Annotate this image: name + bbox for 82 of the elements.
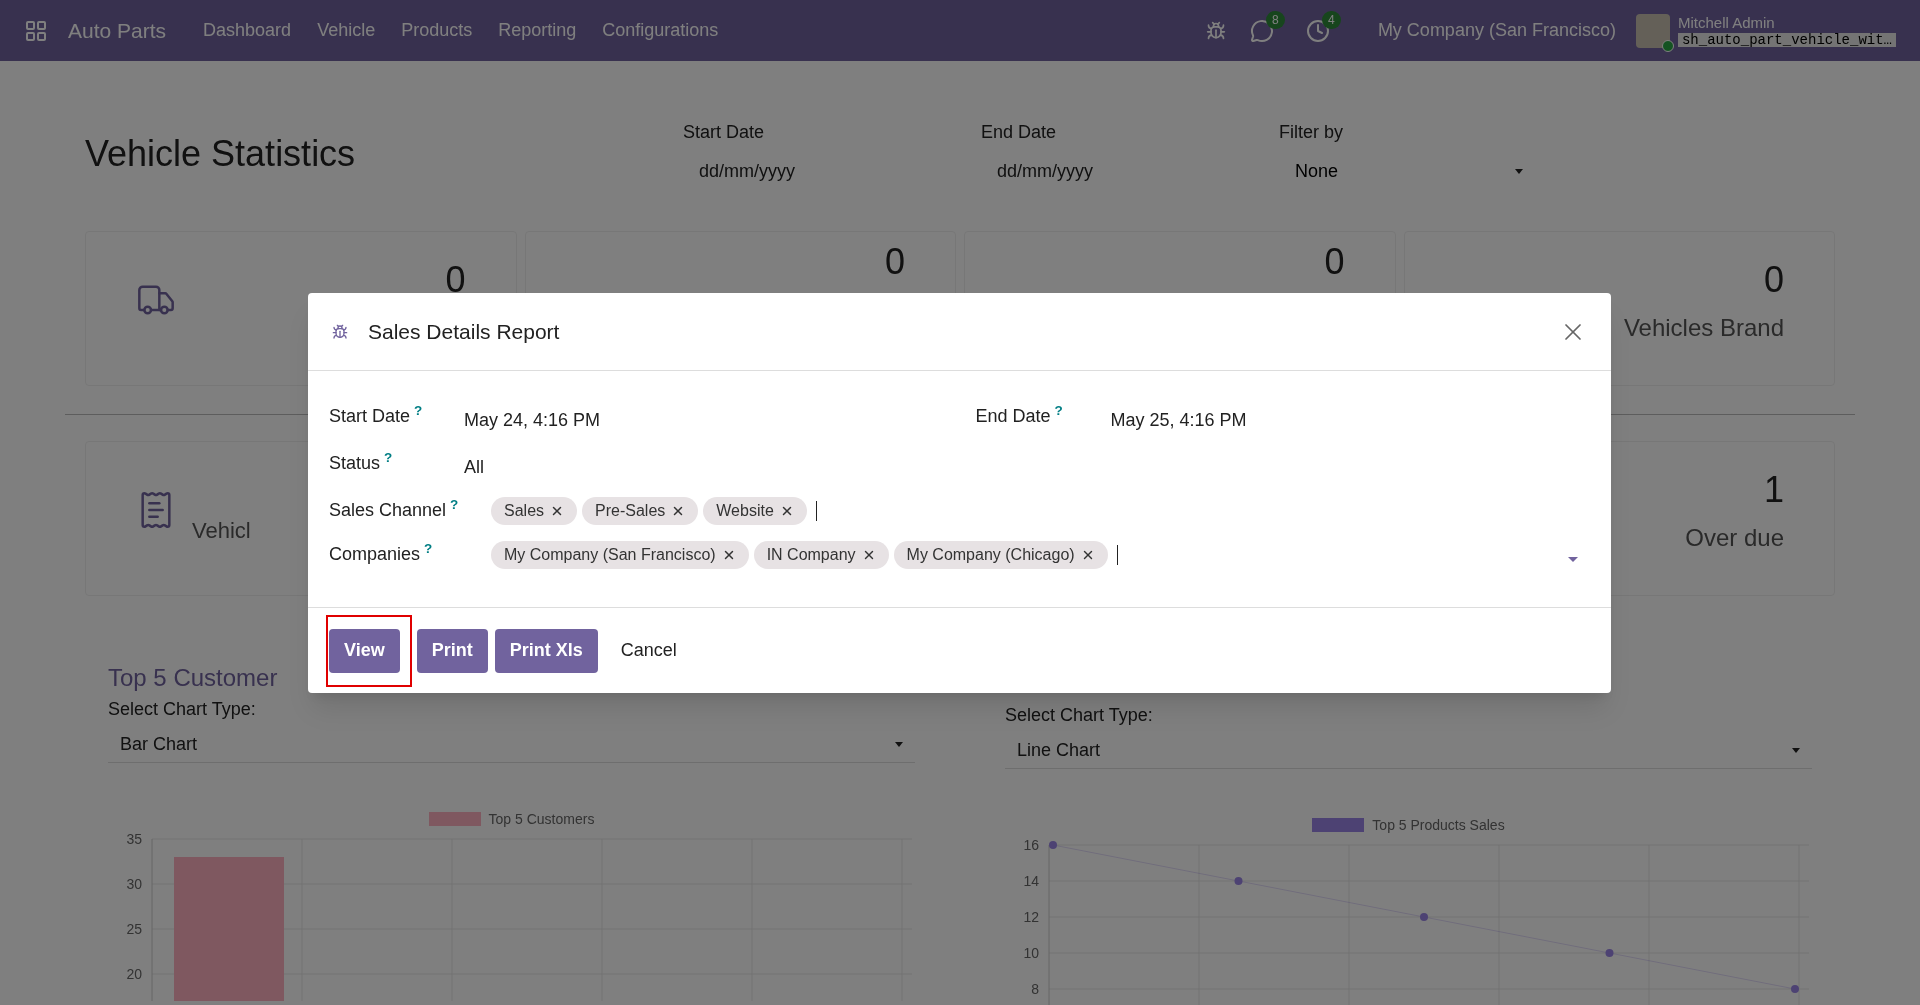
apps-menu-icon[interactable] xyxy=(24,18,48,43)
axis-tick-label: 16 xyxy=(1022,837,1039,853)
date-field[interactable]: dd/mm/yyyy xyxy=(997,158,1229,185)
field-label: Select Chart Type: xyxy=(108,698,257,721)
data-point xyxy=(1790,985,1799,993)
field-value[interactable]: All xyxy=(464,448,484,481)
help-tooltip[interactable]: ? xyxy=(414,403,423,419)
axis-tick-label: 12 xyxy=(1022,909,1039,925)
chat-icon[interactable] xyxy=(1249,18,1274,43)
stat-value: 1 xyxy=(1763,472,1784,508)
menu-item[interactable]: Vehicle xyxy=(304,17,389,44)
axis-tick-label: 14 xyxy=(1022,873,1039,889)
tag-chip[interactable]: Website xyxy=(703,497,807,525)
menu-item[interactable]: Products xyxy=(388,17,486,44)
data-point xyxy=(1234,877,1242,885)
field-label: Select Chart Type: xyxy=(1005,704,1154,727)
filter-select[interactable]: None xyxy=(1279,154,1539,189)
stat-value: 0 xyxy=(445,262,466,298)
stat-label: Vehicles Brand xyxy=(1623,313,1784,343)
axis-tick-label: 10 xyxy=(1022,945,1039,961)
section-title: Top 5 Customer xyxy=(108,663,279,693)
field-label: Sales Channel $^{?}$ xyxy=(329,496,460,522)
cancel-button[interactable]: Cancel xyxy=(604,628,693,673)
company-switcher[interactable]: My Company (San Francisco) xyxy=(1377,17,1616,44)
date-field[interactable]: dd/mm/yyyy xyxy=(699,158,931,185)
axis-tick-label: 35 xyxy=(125,831,142,847)
debug-icon[interactable] xyxy=(1205,20,1226,41)
axis-tick-label: 20 xyxy=(125,966,142,982)
help-tooltip[interactable]: ? xyxy=(450,497,459,513)
user-name[interactable]: Mitchell Admin xyxy=(1677,14,1896,30)
menu-item[interactable]: Reporting xyxy=(485,17,590,44)
axis-tick-label: 25 xyxy=(125,921,142,937)
chart-type-select[interactable]: Bar Chart xyxy=(108,727,915,763)
caret-icon xyxy=(895,742,903,747)
field-label: Start Date $^{?}$ xyxy=(329,402,424,428)
text-cursor-icon xyxy=(815,501,817,521)
data-point xyxy=(1605,949,1613,957)
caret-icon xyxy=(1515,169,1523,174)
tag-chip[interactable]: My Company (San Francisco) xyxy=(491,541,749,569)
chart-type-select[interactable]: Line Chart xyxy=(1005,733,1812,769)
caret-icon xyxy=(1792,748,1800,753)
data-point xyxy=(1419,913,1428,921)
tag-chip[interactable]: IN Company xyxy=(753,541,889,569)
field-value[interactable]: May 25, 4:16 PM xyxy=(1110,401,1247,434)
menu-item[interactable]: Configurations xyxy=(589,17,732,44)
field-label: Companies $^{?}$ xyxy=(329,540,434,566)
stat-label: Vehicl xyxy=(192,517,251,545)
dialog-button[interactable]: Print xyxy=(416,628,488,673)
tag-chip[interactable]: Pre-Sales xyxy=(582,497,699,525)
stat-label: Over due xyxy=(1685,523,1784,553)
database-name: sh_auto_part_vehicle_wit… xyxy=(1677,32,1896,47)
dialog-title: Sales Details Report xyxy=(368,318,561,345)
help-tooltip[interactable]: ? xyxy=(384,450,393,466)
caret-icon[interactable] xyxy=(1568,556,1578,562)
stat-value: 0 xyxy=(884,244,905,280)
axis-tick-label: 30 xyxy=(125,876,142,892)
activity-count-badge: 4 xyxy=(1321,10,1341,29)
legend-label: Top 5 Customers xyxy=(488,809,595,829)
tag-chip[interactable]: Sales xyxy=(491,497,578,525)
field-value[interactable]: May 24, 4:16 PM xyxy=(464,401,601,434)
stat-value: 0 xyxy=(1324,244,1345,280)
legend-label: Top 5 Products Sales xyxy=(1372,815,1505,835)
page-title: Vehicle Statistics xyxy=(85,132,357,176)
stat-value: 0 xyxy=(1763,262,1784,298)
filter-label: Start Date xyxy=(683,121,766,144)
app-name[interactable]: Auto Parts xyxy=(68,14,167,47)
chat-count-badge: 8 xyxy=(1265,10,1285,29)
tag-chip[interactable]: My Company (Chicago) xyxy=(893,541,1108,569)
data-point xyxy=(1048,841,1057,849)
help-tooltip[interactable]: ? xyxy=(1054,403,1063,419)
menu-item[interactable]: Dashboard xyxy=(190,17,305,44)
activity-icon[interactable] xyxy=(1305,18,1330,43)
help-tooltip[interactable]: ? xyxy=(424,541,433,557)
dialog-button[interactable]: Print Xls xyxy=(494,628,598,673)
filter-label: End Date xyxy=(981,121,1058,144)
dialog-button[interactable]: View xyxy=(329,628,400,673)
filter-label: Filter by xyxy=(1279,121,1344,144)
debug-icon xyxy=(332,323,348,340)
field-label: Status $^{?}$ xyxy=(329,449,394,475)
field-label: End Date $^{?}$ xyxy=(975,402,1064,428)
text-cursor-icon xyxy=(1116,545,1118,565)
axis-tick-label: 8 xyxy=(1030,981,1039,997)
